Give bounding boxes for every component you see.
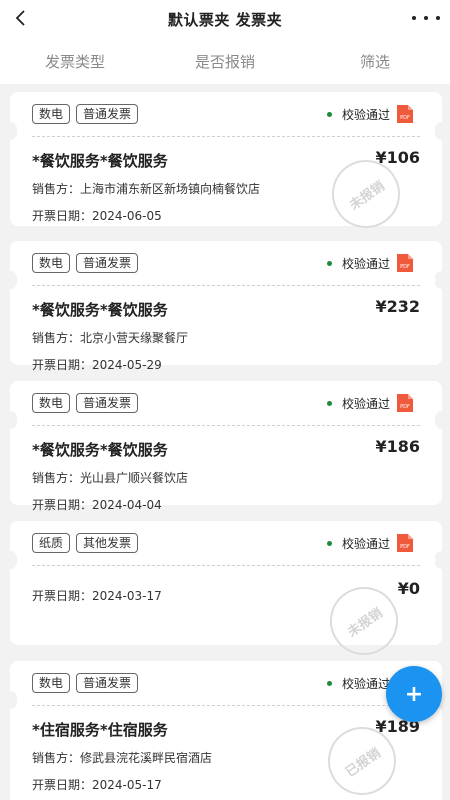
add-invoice-button[interactable]: +: [386, 666, 442, 722]
filter-screen[interactable]: 筛选: [300, 51, 450, 72]
seller: 销售方：上海市浦东新区新场镇向楠餐饮店: [32, 181, 272, 197]
date-label: 开票日期：: [32, 778, 93, 792]
status-text: 校验通过: [341, 677, 390, 691]
amount: ¥0: [397, 579, 420, 598]
tag-e-invoice: 数电: [32, 393, 71, 413]
tag-invoice-type: 普通发票: [76, 673, 139, 693]
tag-e-invoice: 数电: [32, 673, 71, 693]
status-text: 校验通过: [341, 537, 390, 551]
seller-value: 上海市浦东新区新场镇向楠餐饮店: [80, 182, 261, 196]
seller-label: 销售方：: [32, 331, 81, 345]
status-text: 校验通过: [341, 108, 390, 122]
filter-reimbursed[interactable]: 是否报销: [150, 51, 300, 72]
tag-e-invoice: 数电: [32, 104, 71, 124]
seller: 销售方：北京小营天缘聚餐厅: [32, 330, 272, 346]
item-name: *餐饮服务*餐饮服务: [32, 301, 168, 319]
chevron-left-icon: [15, 10, 25, 26]
svg-text:PDF: PDF: [400, 115, 410, 121]
status-dot-icon: [326, 541, 332, 546]
status-text: 校验通过: [341, 257, 390, 271]
more-dot-icon: [424, 16, 428, 20]
svg-text:PDF: PDF: [400, 544, 410, 550]
date-label: 开票日期：: [32, 358, 93, 372]
invoice-card[interactable]: 数电 普通发票 校验通过 PDF *餐饮服务*餐饮服务 ¥106 销售方：上海市…: [3, 92, 449, 242]
seller-label: 销售方：: [32, 471, 81, 485]
seller: 销售方：修武县浣花溪畔民宿酒店: [32, 750, 272, 766]
amount: ¥232: [375, 297, 420, 316]
date-value: 2024-03-17: [92, 589, 162, 603]
amount: ¥186: [375, 437, 420, 456]
more-dot-icon: [412, 16, 416, 20]
seller-value: 修武县浣花溪畔民宿酒店: [80, 751, 213, 765]
invoice-card[interactable]: 数电 普通发票 校验通过 PDF *餐饮服务*餐饮服务 ¥232 销售方：北京小…: [3, 241, 449, 372]
status-dot-icon: [326, 681, 332, 686]
item-name: *餐饮服务*餐饮服务: [32, 441, 168, 459]
tag-invoice-type: 普通发票: [76, 104, 139, 124]
tag-invoice-type: 普通发票: [76, 393, 139, 413]
seller-label: 销售方：: [32, 182, 81, 196]
seller-label: 销售方：: [32, 751, 81, 765]
pdf-icon[interactable]: PDF: [396, 253, 414, 273]
date-label: 开票日期：: [32, 498, 93, 512]
filter-bar: 发票类型 是否报销 筛选: [0, 38, 450, 84]
tag-invoice-type: 其他发票: [76, 533, 139, 553]
more-button[interactable]: [408, 6, 444, 30]
svg-text:PDF: PDF: [400, 264, 410, 270]
date-label: 开票日期：: [32, 209, 93, 223]
tag-e-invoice: 数电: [32, 253, 71, 273]
seller-value: 北京小营天缘聚餐厅: [80, 331, 189, 345]
invoice-card[interactable]: 数电 普通发票 校验通过 PDF *餐饮服务*餐饮服务 ¥186 销售方：光山县…: [3, 381, 449, 512]
date-value: 2024-06-05: [92, 209, 162, 223]
pdf-icon[interactable]: PDF: [396, 104, 414, 124]
svg-text:PDF: PDF: [400, 404, 410, 410]
pdf-icon[interactable]: PDF: [396, 393, 414, 413]
invoice-card[interactable]: 数电 普通发票 校验通过 *住宿服务*住宿服务 ¥189 销售方：修武县浣花溪畔…: [3, 661, 449, 800]
date-label: 开票日期：: [32, 589, 93, 603]
status-dot-icon: [326, 401, 332, 406]
status-dot-icon: [326, 261, 332, 266]
pdf-icon[interactable]: PDF: [396, 533, 414, 553]
date-value: 2024-05-29: [92, 358, 162, 372]
header: 默认票夹 发票夹: [0, 0, 450, 38]
issue-date: 开票日期：2024-04-04: [32, 496, 420, 513]
status-text: 校验通过: [341, 397, 390, 411]
filter-invoice-type[interactable]: 发票类型: [0, 51, 150, 72]
date-value: 2024-04-04: [92, 498, 162, 512]
seller: 销售方：光山县广顺兴餐饮店: [32, 470, 272, 486]
status-dot-icon: [326, 112, 332, 117]
date-value: 2024-05-17: [92, 778, 162, 792]
seller-value: 光山县广顺兴餐饮店: [80, 471, 189, 485]
invoice-card[interactable]: 纸质 其他发票 校验通过 PDF ¥0 开票日期：2024-03-17 未报销: [3, 521, 449, 669]
tag-paper-invoice: 纸质: [32, 533, 71, 553]
tag-invoice-type: 普通发票: [76, 253, 139, 273]
issue-date: 开票日期：2024-05-29: [32, 356, 420, 373]
back-button[interactable]: [8, 4, 34, 32]
page-title: 默认票夹 发票夹: [167, 10, 283, 29]
more-dot-icon: [436, 16, 440, 20]
